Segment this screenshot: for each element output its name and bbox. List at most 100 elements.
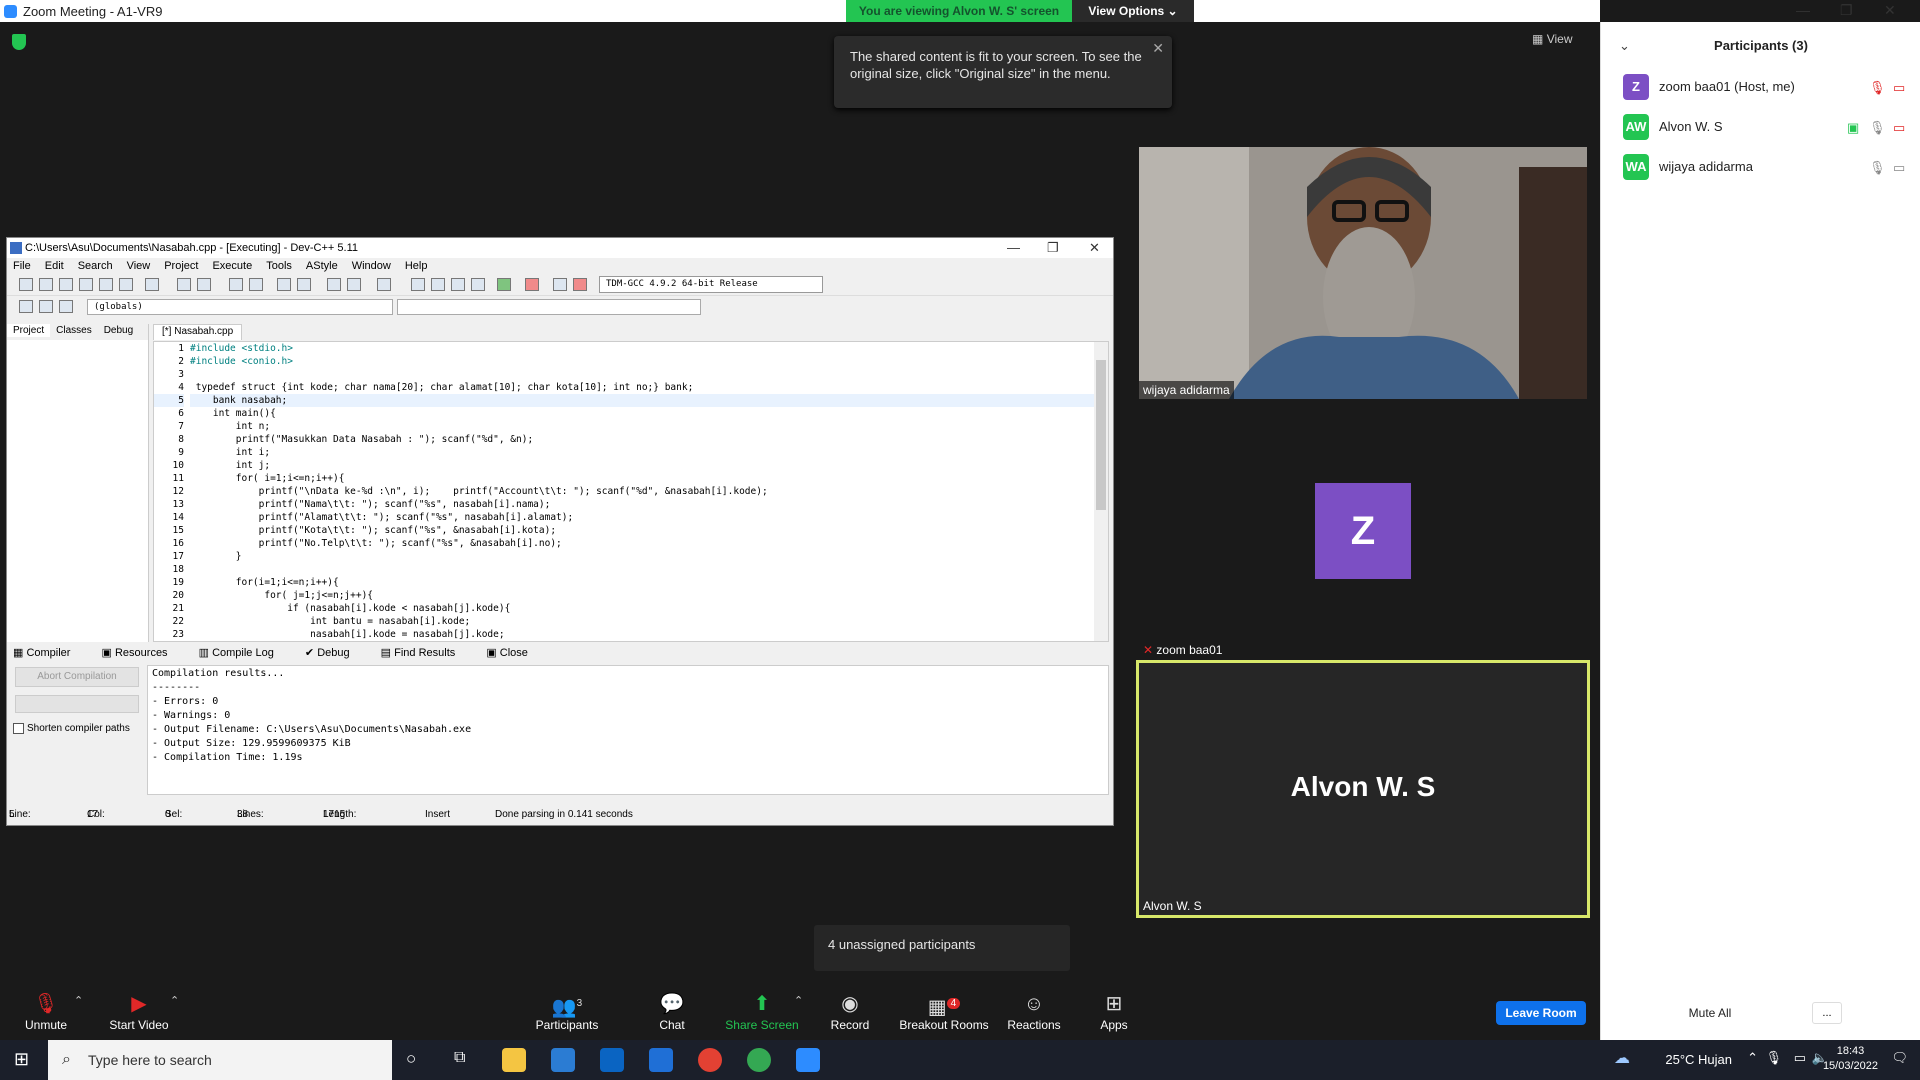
muted-mic-icon[interactable]: 🎙 [1869,80,1886,96]
shorten-paths-checkbox[interactable]: Shorten compiler paths [13,723,130,734]
save-icon[interactable] [59,278,73,291]
teamviewer-icon[interactable] [649,1048,673,1072]
devcpp-close-icon[interactable]: ✕ [1089,238,1100,258]
editor-scroll-thumb[interactable] [1096,360,1106,510]
share-options-chevron-icon[interactable]: ⌃ [794,994,803,1007]
goto-bookmark-icon[interactable] [59,300,73,313]
menu-execute[interactable]: Execute [212,260,252,272]
more-options-button[interactable]: ... [1812,1002,1842,1024]
video-tile-wijaya[interactable]: wijaya adidarma [1139,147,1587,399]
task-view-icon[interactable]: ⧉ [454,1049,465,1067]
back-icon[interactable] [327,278,341,291]
toggle-bookmark-icon[interactable] [39,300,53,313]
editor-scrollbar[interactable] [1094,342,1108,641]
view-options-button[interactable]: View Options ⌄ [1072,0,1194,22]
syntax-check-icon[interactable] [497,278,511,291]
code-line[interactable]: int i; [190,446,1094,459]
tab-debug[interactable]: Debug [98,324,139,337]
menu-view[interactable]: View [127,260,151,272]
participant-row[interactable]: AW Alvon W. S ▣ 🎙 ▭ [1623,114,1915,140]
insert-icon[interactable] [19,300,33,313]
code-line[interactable]: printf("Alamat\t\t: "); scanf("%s", nasa… [190,511,1094,524]
notifications-icon[interactable]: 🗨 [1891,1050,1908,1066]
weather-text[interactable]: 25°C Hujan [1665,1052,1732,1067]
code-line[interactable]: } [190,550,1094,563]
tab-debug-bottom[interactable]: ✔ Debug [305,647,364,659]
video-tile-alvon-active-speaker[interactable]: Alvon W. S Alvon W. S [1136,660,1590,918]
replace-icon[interactable] [249,278,263,291]
tab-classes[interactable]: Classes [50,324,98,337]
code-line[interactable]: int n; [190,420,1094,433]
clock[interactable]: 18:43 15/03/2022 [1823,1044,1878,1074]
find-icon[interactable] [229,278,243,291]
tab-find-results[interactable]: ▤ Find Results [381,647,470,659]
taskbar-search-input[interactable]: ⌕ Type here to search [48,1040,392,1080]
tray-chevron-icon[interactable]: ⌃ [1747,1050,1758,1066]
undo-icon[interactable] [177,278,191,291]
menu-search[interactable]: Search [78,260,113,272]
leave-room-button[interactable]: Leave Room [1496,1001,1586,1025]
view-toggle-button[interactable]: ▦ View [1532,32,1572,46]
video-icon[interactable]: ▭ [1893,160,1905,176]
code-line[interactable]: int bantu = nasabah[i].kode; [190,615,1094,628]
video-off-icon[interactable]: ▭ [1893,120,1905,136]
store-icon[interactable] [551,1048,575,1072]
menu-edit[interactable]: Edit [45,260,64,272]
mail-icon[interactable] [600,1048,624,1072]
participant-row[interactable]: Z zoom baa01 (Host, me) 🎙 ▭ [1623,74,1915,100]
checkbox-box[interactable] [13,723,24,734]
new-file-icon[interactable] [19,278,33,291]
tab-project[interactable]: Project [7,324,51,337]
close-notice-icon[interactable]: ✕ [1152,40,1164,57]
chrome-profile-icon[interactable] [747,1048,771,1072]
apps-button[interactable]: ⊞ Apps [1092,990,1136,1040]
devcpp-restore-icon[interactable]: ❐ [1047,238,1059,258]
security-shield-icon[interactable] [12,34,26,50]
participants-button[interactable]: 👥3 Participants [532,990,602,1040]
print-icon[interactable] [145,278,159,291]
code-line[interactable]: nasabah[i].kode = nasabah[j].kode; [190,628,1094,641]
close-icon[interactable]: ✕ [1884,2,1896,19]
code-line[interactable]: for( i=1;i<=n;i++){ [190,472,1094,485]
bookmark-icon[interactable] [377,278,391,291]
chrome-icon[interactable] [698,1048,722,1072]
unassigned-participants-popup[interactable]: 4 unassigned participants [814,925,1070,971]
code-line[interactable]: #include <conio.h> [190,355,1094,368]
tray-mic-icon[interactable]: 🎙 [1765,1050,1782,1066]
file-tab-nasabah[interactable]: [*] Nasabah.cpp [153,324,243,340]
redo-icon[interactable] [197,278,211,291]
chat-button[interactable]: 💬 Chat [644,990,700,1040]
debug-icon[interactable] [573,278,587,291]
run-icon[interactable] [431,278,445,291]
menu-file[interactable]: File [13,260,31,272]
code-line[interactable]: bank nasabah; [190,394,1094,407]
close-file-icon[interactable] [99,278,113,291]
code-line[interactable]: typedef struct {int kode; char nama[20];… [190,381,1094,394]
menu-window[interactable]: Window [352,260,391,272]
cortana-icon[interactable]: ○ [406,1049,416,1069]
share-screen-button[interactable]: ⬆ Share Screen [722,990,802,1040]
restore-icon[interactable]: ❐ [1840,2,1853,19]
breakout-rooms-button[interactable]: ▦ 4 Breakout Rooms [896,990,992,1040]
code-line[interactable]: int main(){ [190,407,1094,420]
record-button[interactable]: ◉ Record [820,990,880,1040]
tab-close[interactable]: ▣ Close [486,647,542,659]
code-line[interactable]: printf("No.Telp\t\t: "); scanf("%s", &na… [190,537,1094,550]
menu-tools[interactable]: Tools [266,260,292,272]
code-line[interactable] [190,368,1094,381]
tab-compiler[interactable]: ▦ Compiler [13,647,84,659]
file-explorer-icon[interactable] [502,1048,526,1072]
abort-compilation-button[interactable]: Abort Compilation [15,667,139,687]
video-off-icon[interactable]: ▭ [1893,80,1905,96]
code-line[interactable]: for( j=1;j<=n;j++){ [190,589,1094,602]
close-all-icon[interactable] [119,278,133,291]
open-file-icon[interactable] [39,278,53,291]
globals-select[interactable]: (globals) [87,299,393,315]
unmute-button[interactable]: 🎙 Unmute [16,990,76,1040]
code-line[interactable]: for(i=1;i<=n;i++){ [190,576,1094,589]
stop-execution-icon[interactable] [525,278,539,291]
indent-icon[interactable] [277,278,291,291]
code-line[interactable]: printf("Nama\t\t: "); scanf("%s", nasaba… [190,498,1094,511]
menu-project[interactable]: Project [164,260,198,272]
windows-start-icon[interactable]: ⊞ [14,1049,29,1070]
